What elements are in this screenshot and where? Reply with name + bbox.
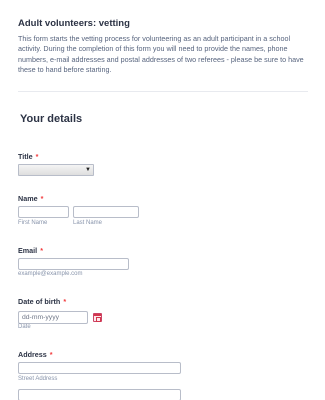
chevron-down-icon: ▼: [85, 167, 91, 173]
dob-sublabel: Date: [18, 324, 31, 330]
first-name-input[interactable]: [18, 206, 69, 218]
name-label-text: Name: [18, 194, 38, 203]
email-label-text: Email: [18, 246, 38, 255]
calendar-icon[interactable]: [93, 313, 102, 322]
required-mark: *: [35, 152, 39, 161]
name-label: Name *: [18, 194, 43, 203]
title-label: Title *: [18, 152, 38, 161]
dob-label: Date of birth *: [18, 297, 66, 306]
first-name-sublabel: First Name: [18, 220, 48, 226]
last-name-sublabel: Last Name: [73, 220, 103, 226]
street-address-input[interactable]: [18, 362, 181, 374]
last-name-input[interactable]: [73, 206, 139, 218]
email-label: Email *: [18, 246, 43, 255]
required-mark: *: [49, 350, 53, 359]
email-sublabel: example@example.com: [18, 271, 83, 277]
email-input[interactable]: [18, 258, 129, 270]
dob-label-text: Date of birth: [18, 297, 61, 306]
street-address-line2-input[interactable]: [18, 389, 181, 400]
required-mark: *: [63, 297, 67, 306]
form-title: Adult volunteers: vetting: [18, 18, 130, 29]
address-label: Address *: [18, 350, 53, 359]
form-description: This form starts the vetting process for…: [18, 34, 304, 75]
dob-input[interactable]: dd-mm-yyyy: [18, 311, 88, 324]
form-header: Adult volunteers: vetting This form star…: [18, 18, 310, 76]
section-title: Your details: [20, 113, 83, 125]
title-select[interactable]: ▼: [18, 164, 94, 176]
header-divider: [18, 91, 308, 92]
title-label-text: Title: [18, 152, 33, 161]
address-label-text: Address: [18, 350, 47, 359]
required-mark: *: [40, 194, 44, 203]
dob-placeholder: dd-mm-yyyy: [22, 314, 60, 321]
street-address-sublabel: Street Address: [18, 376, 58, 382]
required-mark: *: [40, 246, 43, 255]
